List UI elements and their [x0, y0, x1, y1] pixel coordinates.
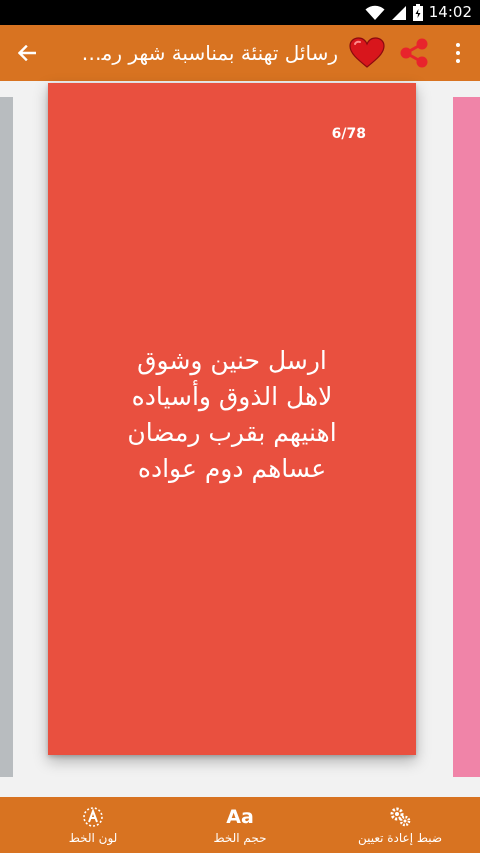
font-size-button[interactable]: Aa حجم الخط: [195, 797, 285, 853]
page-title: رسائل تهنئة بمناسبة شهر رمضا...: [70, 41, 338, 65]
bottom-toolbar: لون الخط Aa حجم الخط ضبط إعادة تعيين: [0, 797, 480, 853]
status-icons: 14:02: [365, 3, 472, 22]
app-toolbar: رسائل تهنئة بمناسبة شهر رمضا...: [0, 25, 480, 81]
status-time: 14:02: [428, 3, 472, 21]
reset-settings-label: ضبط إعادة تعيين: [357, 830, 443, 845]
menu-dot: [456, 59, 460, 63]
share-icon: [400, 38, 428, 68]
message-line: لاهل الذوق وأسياده: [131, 382, 333, 411]
menu-dot: [456, 43, 460, 47]
arrow-back-icon: [18, 45, 36, 61]
battery-icon: [412, 4, 423, 21]
message-line: ارسل حنين وشوق: [137, 346, 327, 375]
previous-card-peek[interactable]: [0, 97, 13, 777]
reset-settings-button[interactable]: ضبط إعادة تعيين: [345, 797, 455, 853]
heart-icon: [349, 37, 385, 68]
overflow-menu-button[interactable]: [448, 39, 468, 67]
share-button[interactable]: [398, 37, 430, 69]
favorite-button[interactable]: [349, 37, 385, 69]
font-color-button[interactable]: لون الخط: [48, 797, 138, 853]
back-button[interactable]: [12, 38, 42, 68]
message-line: عساهم دوم عواده: [137, 454, 327, 483]
font-size-icon: Aa: [226, 805, 254, 828]
menu-dot: [456, 51, 460, 55]
font-color-icon: [83, 806, 103, 827]
font-color-label: لون الخط: [68, 830, 118, 845]
wifi-icon: [365, 5, 385, 20]
gears-icon: [390, 807, 411, 826]
font-size-label: حجم الخط: [213, 830, 267, 845]
message-card[interactable]: 6/78 ارسل حنين وشوق لاهل الذوق وأسياده ا…: [48, 83, 416, 755]
message-counter: 6/78: [331, 126, 366, 142]
status-bar: 14:02: [0, 0, 480, 25]
next-card-peek[interactable]: [453, 97, 480, 777]
cellular-signal-icon: [391, 5, 406, 20]
message-text: ارسل حنين وشوق لاهل الذوق وأسياده اهنيهم…: [48, 343, 416, 487]
message-line: اهنيهم بقرب رمضان: [127, 418, 337, 447]
